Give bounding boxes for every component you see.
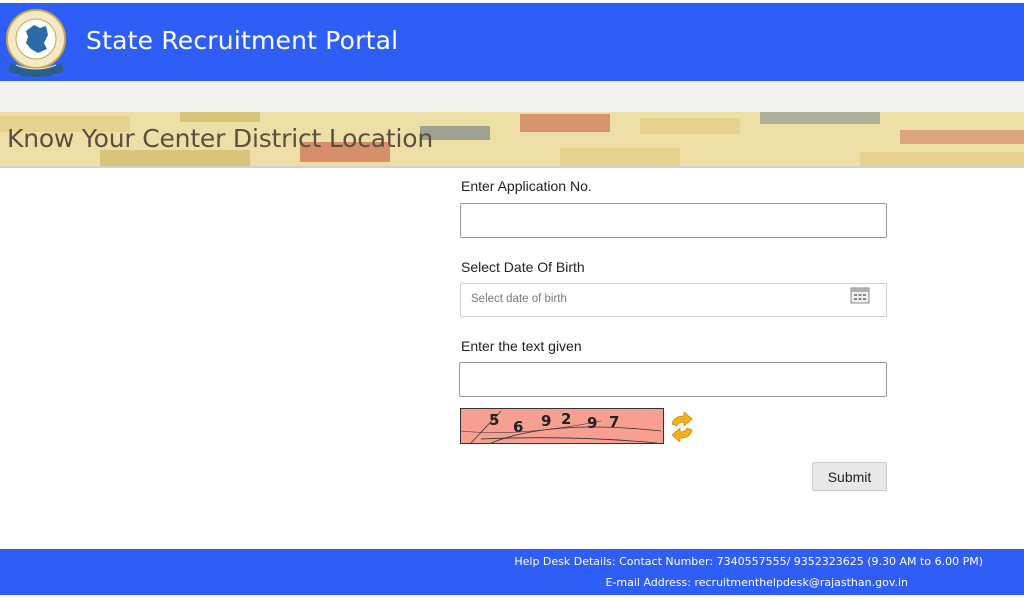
date-of-birth-label: Select Date Of Birth xyxy=(461,259,585,275)
captcha-digit: 5 xyxy=(489,411,499,429)
banner-divider xyxy=(0,166,1024,168)
submit-button[interactable]: Submit xyxy=(812,462,887,491)
page-banner: Know Your Center District Location xyxy=(0,112,1024,168)
nav-strip xyxy=(0,81,1024,112)
site-header: State Recruitment Portal xyxy=(0,3,1024,81)
application-number-label: Enter Application No. xyxy=(461,178,592,194)
site-footer: Help Desk Details: Contact Number: 73405… xyxy=(0,549,1024,595)
captcha-digit: 9 xyxy=(541,412,551,430)
application-number-input[interactable] xyxy=(460,203,887,238)
rajasthan-emblem-icon[interactable] xyxy=(4,5,68,79)
captcha-digit: 7 xyxy=(609,413,619,431)
helpdesk-email-text: E-mail Address: recruitmenthelpdesk@raja… xyxy=(605,576,908,589)
captcha-image: 5 6 9 2 9 7 xyxy=(460,408,664,444)
captcha-digit: 6 xyxy=(513,418,523,436)
page-title: Know Your Center District Location xyxy=(7,124,434,153)
portal-title: State Recruitment Portal xyxy=(86,26,399,55)
helpdesk-contact-text: Help Desk Details: Contact Number: 73405… xyxy=(514,555,983,568)
captcha-digit: 2 xyxy=(561,410,571,428)
captcha-label: Enter the text given xyxy=(461,338,582,354)
date-of-birth-placeholder: Select date of birth xyxy=(471,293,567,305)
captcha-digit: 9 xyxy=(587,414,597,432)
captcha-input[interactable] xyxy=(459,362,887,397)
center-location-form: Enter Application No. Select Date Of Bir… xyxy=(459,170,890,500)
refresh-icon[interactable] xyxy=(668,411,696,443)
calendar-icon[interactable] xyxy=(850,286,870,304)
date-of-birth-input[interactable]: Select date of birth xyxy=(460,283,887,317)
